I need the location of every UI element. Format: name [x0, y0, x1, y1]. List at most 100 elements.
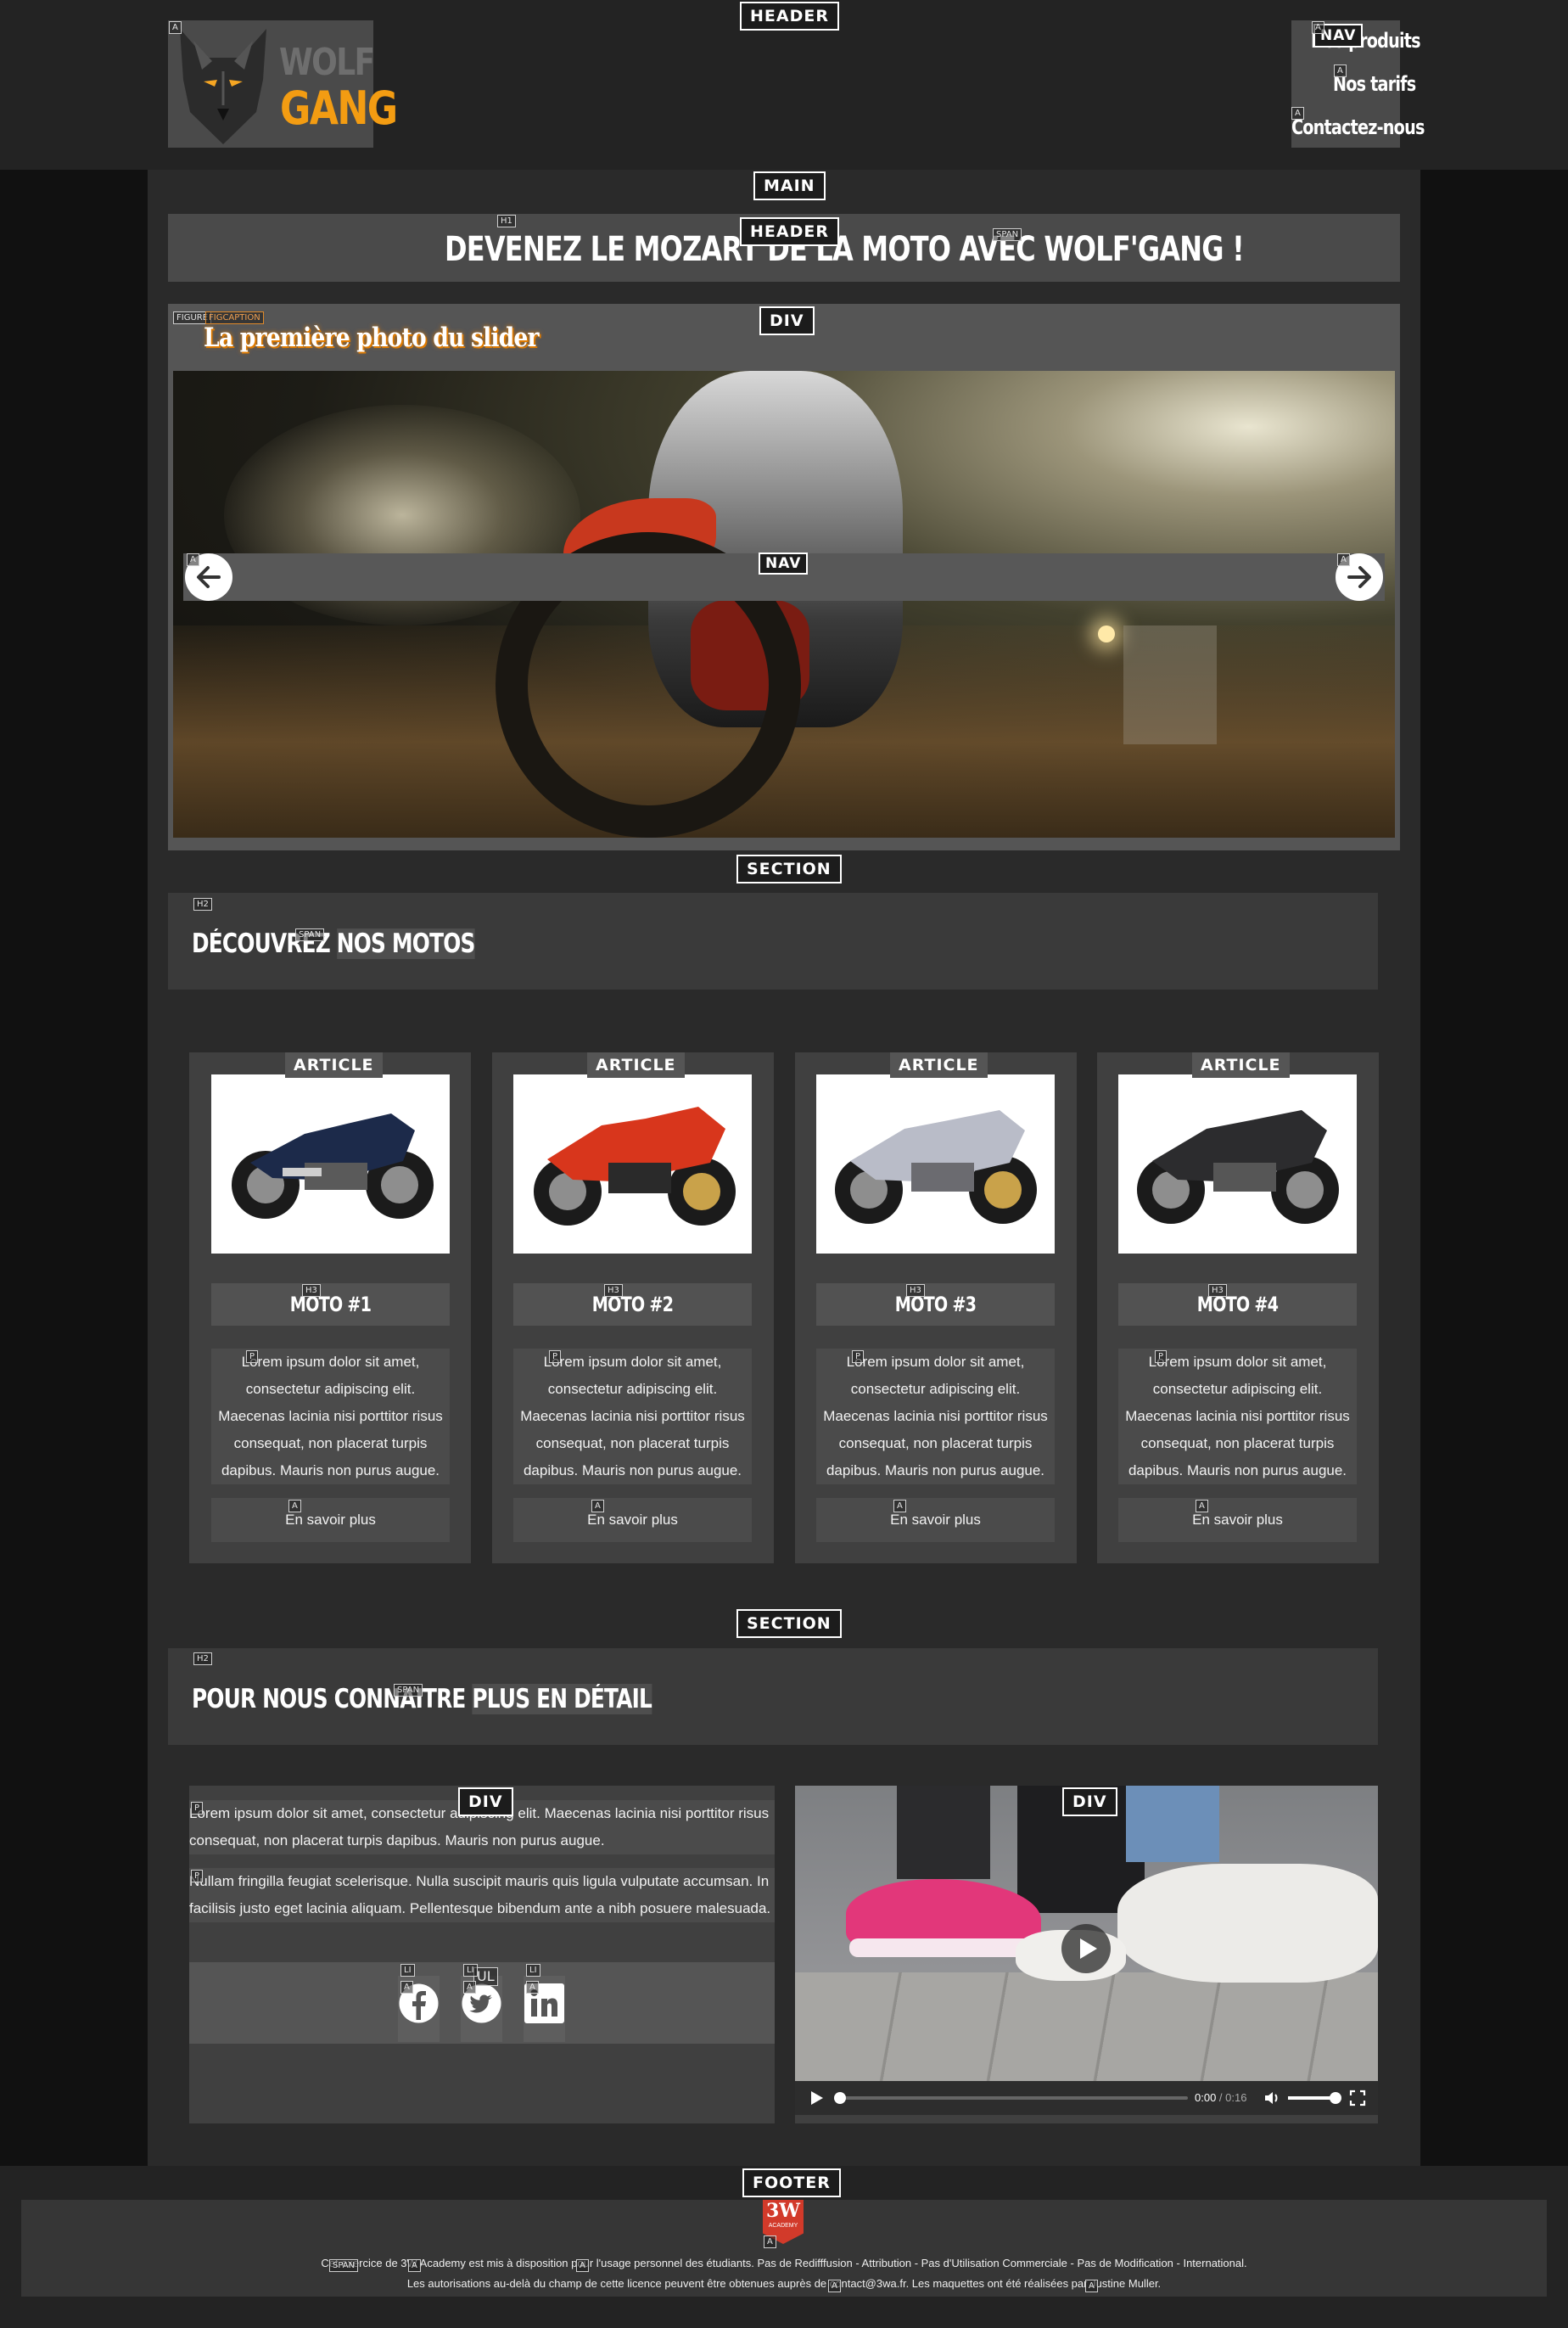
play-icon	[811, 2091, 823, 2105]
photo-fence	[1123, 625, 1217, 744]
video-jeans	[1126, 1786, 1219, 1862]
logo-link[interactable]: WOLF GANG	[168, 20, 398, 148]
video-time-sep: /	[1216, 2091, 1226, 2104]
h3-tag-3: H3	[906, 1284, 925, 1297]
li-tag-twitter: LI	[463, 1964, 478, 1977]
moto-more-link-2[interactable]: En savoir plus	[513, 1498, 752, 1542]
moto-title-3: MOTO #3	[894, 1293, 977, 1316]
footer-line-2: Les autorisations au-delà du champ de ce…	[406, 2277, 1162, 2290]
motos-span-tag: SPAN	[295, 928, 325, 941]
video-volume-fill	[1288, 2096, 1336, 2100]
p-tag-3: P	[852, 1350, 865, 1363]
motos-h2-tag: H2	[193, 898, 212, 911]
moto-title-2: MOTO #2	[591, 1293, 674, 1316]
footer-logo-a-tag: A	[764, 2235, 776, 2248]
video-progress-thumb[interactable]	[834, 2092, 846, 2104]
moto-text-2: Lorem ipsum dolor sit amet, consectetur …	[513, 1349, 752, 1484]
moto-text-3: Lorem ipsum dolor sit amet, consectetur …	[816, 1349, 1055, 1484]
p-tag-4: P	[1155, 1350, 1168, 1363]
footer-line-1: Cet exercice de 3W Academy est mis à dis…	[321, 2257, 1247, 2269]
footer-tag: FOOTER	[742, 2168, 841, 2197]
about-heading-span: PLUS EN DÉTAIL	[472, 1684, 652, 1714]
a-tag-2: A	[591, 1500, 604, 1512]
article-tag-4: ARTICLE	[1192, 1052, 1290, 1078]
video-div-tag: DIV	[1062, 1787, 1117, 1816]
a-tag-facebook: A	[400, 1981, 413, 1994]
volume-icon	[1265, 2092, 1278, 2104]
figcaption-tag: FIGCAPTION	[205, 311, 264, 324]
about-span-tag: SPAN	[394, 1684, 423, 1697]
play-icon	[1080, 1938, 1097, 1959]
motorcycle-image	[835, 1110, 1037, 1224]
moto-image-3	[816, 1074, 1055, 1254]
video-fullscreen-button[interactable]	[1349, 2090, 1366, 2106]
footer-logo-academy: ACADEMY	[768, 2223, 798, 2229]
p-tag-2: P	[549, 1350, 562, 1363]
about-p-tag-1: P	[191, 1802, 204, 1815]
motos-section-tag: SECTION	[736, 855, 842, 884]
logo-a-tag: A	[169, 21, 182, 34]
about-heading-text: POUR NOUS CONNAITRE	[192, 1684, 473, 1714]
video-shoe-pink-sole	[849, 1938, 1041, 1957]
article-tag-3: ARTICLE	[890, 1052, 988, 1078]
moto-title-1: MOTO #1	[289, 1293, 372, 1316]
video-big-play-button[interactable]	[1061, 1924, 1111, 1973]
h3-tag-1: H3	[302, 1284, 321, 1297]
video-volume-track[interactable]	[1288, 2092, 1341, 2104]
nav-link-contact[interactable]: Contactez-nous	[1291, 115, 1425, 139]
video-progress-track[interactable]	[834, 2092, 1188, 2104]
video-volume-thumb[interactable]	[1330, 2092, 1341, 2104]
video-duration: 0:16	[1225, 2091, 1247, 2104]
header-tag: HEADER	[740, 2, 839, 31]
a-tag-1: A	[288, 1500, 301, 1512]
video-current-time: 0:00	[1195, 2091, 1217, 2104]
motos-heading: DÉCOUVREZ NOS MOTOS	[192, 925, 475, 962]
video-play-button[interactable]	[806, 2088, 826, 2108]
li-tag-linkedin: LI	[526, 1964, 540, 1977]
video-shoe-white	[1117, 1864, 1378, 1983]
a-tag-3: A	[893, 1500, 906, 1512]
article-tag-1: ARTICLE	[285, 1052, 383, 1078]
a-tag-twitter: A	[463, 1981, 476, 1994]
footer-span-tag: SPAN	[329, 2259, 359, 2272]
video-leg-left	[897, 1786, 990, 1879]
about-section-tag: SECTION	[736, 1609, 842, 1638]
h1-tag: H1	[497, 215, 516, 227]
motorcycle-image	[1137, 1110, 1339, 1224]
nav-a-tag-2: A	[1334, 65, 1347, 77]
slider-photo	[173, 371, 1395, 838]
prev-a-tag: A	[187, 553, 199, 566]
photo-light	[1098, 625, 1115, 642]
moto-image-1	[211, 1074, 450, 1254]
wolf-head-icon	[180, 29, 266, 144]
p-tag-1: P	[246, 1350, 259, 1363]
moto-more-link-4[interactable]: En savoir plus	[1118, 1498, 1357, 1542]
moto-text-1: Lorem ipsum dolor sit amet, consectetur …	[211, 1349, 450, 1484]
video-mute-button[interactable]	[1263, 2089, 1281, 2107]
motos-heading-span: NOS MOTOS	[336, 928, 475, 959]
slider-div-tag: DIV	[759, 306, 815, 335]
moto-more-link-1[interactable]: En savoir plus	[211, 1498, 450, 1542]
motorcycle-image	[534, 1107, 736, 1226]
about-div-tag: DIV	[458, 1787, 513, 1816]
about-p-tag-2: P	[191, 1870, 204, 1882]
fullscreen-icon	[1349, 2090, 1366, 2106]
slider-nav-tag: NAV	[759, 553, 809, 575]
banner-header-tag: HEADER	[740, 217, 839, 246]
logo-word-gang: GANG	[280, 81, 398, 135]
footer-logo-3w: 3W	[765, 2200, 800, 2222]
li-tag-facebook: LI	[400, 1964, 415, 1977]
footer-a-tag-4: A	[1085, 2280, 1098, 2292]
video-pavement	[795, 1972, 1378, 2081]
footer-a-tag-3: A	[828, 2280, 841, 2292]
moto-image-4	[1118, 1074, 1357, 1254]
moto-more-link-3[interactable]: En savoir plus	[816, 1498, 1055, 1542]
motorcycle-image	[232, 1114, 434, 1219]
main-tag: MAIN	[753, 171, 826, 200]
footer-a-tag-2: A	[576, 2259, 589, 2272]
nav-a-tag-1: A	[1312, 21, 1324, 34]
nav-a-tag-3: A	[1291, 107, 1304, 120]
banner-span-tag: SPAN	[993, 228, 1022, 241]
about-h2-tag: H2	[193, 1652, 212, 1665]
moto-image-2	[513, 1074, 752, 1254]
